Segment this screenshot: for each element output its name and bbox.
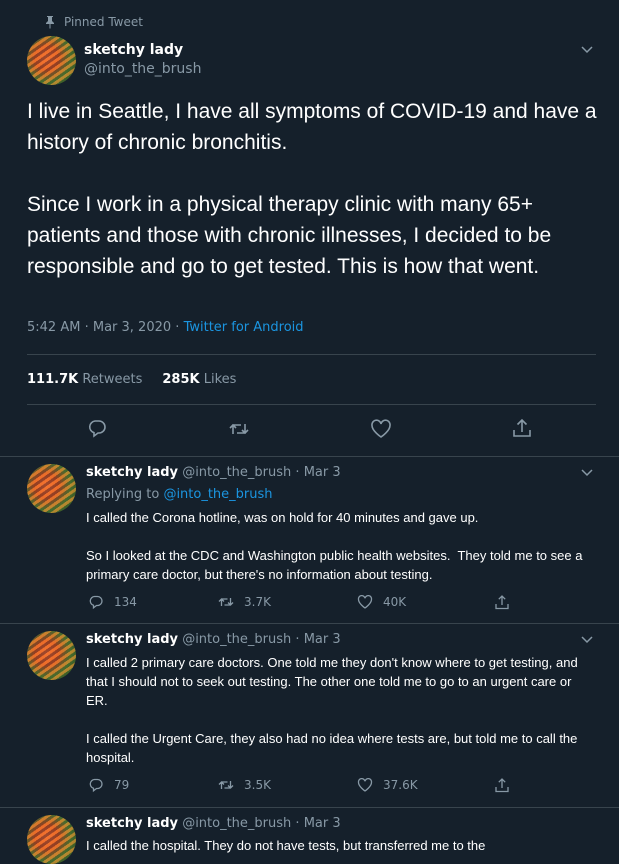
retweet-icon: [218, 598, 234, 606]
reply-text: I called the Corona hotline, was on hold…: [86, 510, 583, 582]
like-icon: [357, 594, 373, 609]
share-icon: [495, 778, 509, 793]
reply-header: sketchy lady @into_the_brush · Mar 3: [86, 632, 341, 647]
tweet-source[interactable]: Twitter for Android: [184, 320, 304, 335]
chevron-down-icon[interactable]: [580, 42, 594, 56]
reply-text: I called 2 primary care doctors. One tol…: [86, 655, 578, 765]
share-action[interactable]: [494, 594, 510, 610]
retweets-label: Retweets: [82, 372, 143, 387]
chevron-down-icon[interactable]: [580, 465, 594, 479]
reply-author-name[interactable]: sketchy lady: [86, 816, 178, 831]
divider: [0, 456, 619, 457]
reply-avatar[interactable]: [27, 464, 76, 513]
avatar[interactable]: [27, 36, 76, 85]
replying-handle[interactable]: @into_the_brush: [163, 487, 272, 502]
like-count: 37.6K: [383, 778, 418, 792]
likes-stat[interactable]: 285K Likes: [162, 372, 236, 387]
reply-date[interactable]: Mar 3: [304, 632, 341, 647]
tweet-meta: 5:42 AM · Mar 3, 2020 · Twitter for Andr…: [27, 320, 304, 335]
retweet-icon: [218, 781, 234, 789]
reply-count: 134: [114, 595, 137, 609]
meta-sep: ·: [175, 320, 180, 335]
reply-author-handle[interactable]: @into_the_brush: [182, 816, 291, 831]
tweet-time: 5:42 AM: [27, 320, 81, 335]
like-action[interactable]: 37.6K: [357, 777, 418, 793]
reply-action[interactable]: 134: [88, 594, 137, 610]
divider: [0, 623, 619, 624]
like-icon[interactable]: [370, 418, 392, 440]
pinned-label: Pinned Tweet: [46, 15, 143, 29]
like-icon: [357, 777, 373, 792]
reply-header: sketchy lady @into_the_brush · Mar 3: [86, 465, 341, 480]
tweet-text: I live in Seattle, I have all symptoms o…: [27, 100, 597, 278]
retweets-count: 111.7K: [27, 372, 79, 387]
like-count: 40K: [383, 595, 407, 609]
reply-date[interactable]: Mar 3: [304, 816, 341, 831]
reply-sep: ·: [295, 465, 300, 480]
retweets-stat[interactable]: 111.7K Retweets: [27, 372, 142, 387]
author-handle[interactable]: @into_the_brush: [84, 61, 201, 77]
author-name[interactable]: sketchy lady: [84, 42, 183, 58]
reply-author-handle[interactable]: @into_the_brush: [182, 465, 291, 480]
reply-action[interactable]: 79: [88, 777, 129, 793]
reply-author-handle[interactable]: @into_the_brush: [182, 632, 291, 647]
reply-author-name[interactable]: sketchy lady: [86, 632, 178, 647]
like-action[interactable]: 40K: [357, 594, 406, 610]
divider: [27, 354, 596, 355]
reply-icon: [89, 778, 103, 793]
likes-count: 285K: [162, 372, 200, 387]
share-icon: [495, 595, 509, 610]
replying-to: Replying to @into_the_brush: [86, 487, 273, 502]
meta-sep: ·: [84, 320, 89, 335]
reply-header: sketchy lady @into_the_brush · Mar 3: [86, 816, 341, 831]
tweet-date[interactable]: Mar 3, 2020: [93, 320, 171, 335]
retweet-action[interactable]: 3.5K: [218, 777, 271, 793]
chevron-down-icon[interactable]: [580, 632, 594, 646]
reply-text: I called the hospital. They do not have …: [86, 838, 486, 853]
share-icon[interactable]: [511, 417, 533, 439]
reply-date[interactable]: Mar 3: [304, 465, 341, 480]
retweet-action[interactable]: 3.7K: [218, 594, 271, 610]
share-action[interactable]: [494, 777, 510, 793]
reply-sep: ·: [295, 632, 300, 647]
reply-sep: ·: [295, 816, 300, 831]
divider: [0, 807, 619, 808]
pinned-text: Pinned Tweet: [64, 15, 143, 29]
reply-icon: [89, 595, 103, 610]
divider: [27, 404, 596, 405]
reply-avatar[interactable]: [27, 631, 76, 680]
replying-prefix: Replying to: [86, 487, 160, 502]
tweet-stats: 111.7K Retweets 285K Likes: [27, 372, 236, 387]
reply-icon[interactable]: [86, 417, 108, 439]
reply-count: 79: [114, 778, 130, 792]
pin-icon: [46, 16, 54, 29]
retweet-count: 3.5K: [244, 778, 271, 792]
retweet-count: 3.7K: [244, 595, 271, 609]
likes-label: Likes: [203, 372, 237, 387]
reply-author-name[interactable]: sketchy lady: [86, 465, 178, 480]
reply-avatar[interactable]: [27, 815, 76, 864]
retweet-icon[interactable]: [228, 418, 250, 440]
